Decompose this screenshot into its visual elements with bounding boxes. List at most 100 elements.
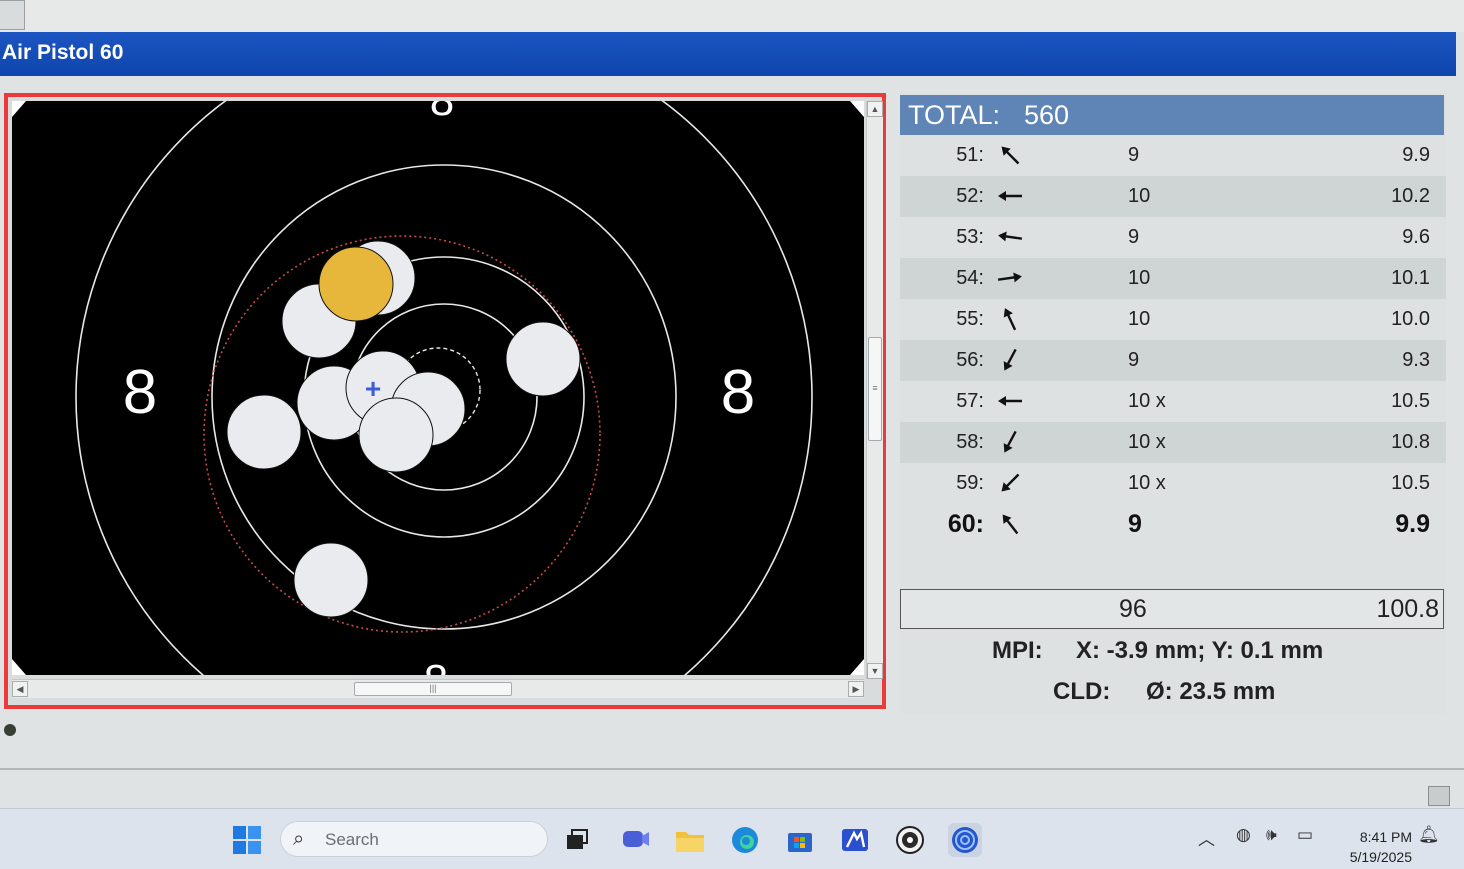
total-value: 560 bbox=[1024, 100, 1070, 130]
shot-decimal: 10.5 bbox=[1391, 472, 1430, 494]
shot-number: 52: bbox=[956, 185, 984, 207]
shot-decimal: 9.3 bbox=[1402, 349, 1430, 371]
shot-row[interactable]: 57: 10 x 10.5 bbox=[900, 381, 1446, 422]
shot-row[interactable]: 55: 10 10.0 bbox=[900, 299, 1446, 340]
shot-decimal: 10.2 bbox=[1391, 185, 1430, 207]
shot-row[interactable]: 54: 10 10.1 bbox=[900, 258, 1446, 299]
status-indicator-icon bbox=[4, 724, 16, 736]
direction-arrow-icon bbox=[1001, 473, 1020, 492]
shot-number: 51: bbox=[956, 144, 984, 166]
shot-number: 56: bbox=[956, 349, 984, 371]
shot-score: 10 bbox=[1128, 267, 1151, 289]
shot-score: 9 bbox=[1128, 349, 1140, 371]
shot-number: 59: bbox=[956, 472, 984, 494]
shot-row[interactable]: 59: 10 x 10.5 bbox=[900, 463, 1446, 504]
horizontal-scrollbar[interactable]: ◀ ||| ▶ bbox=[12, 679, 864, 698]
scroll-left-icon[interactable]: ◀ bbox=[12, 681, 28, 697]
shot-hole[interactable] bbox=[293, 542, 369, 618]
corner-mark bbox=[12, 101, 26, 117]
app-icon[interactable] bbox=[838, 823, 872, 857]
direction-arrow-icon bbox=[998, 231, 1023, 242]
total-label: TOTAL: bbox=[908, 100, 1001, 130]
scroll-right-icon[interactable]: ▶ bbox=[848, 681, 864, 697]
shot-hole[interactable] bbox=[505, 321, 581, 397]
store-icon[interactable] bbox=[783, 823, 817, 857]
search-icon: ⌕ bbox=[293, 828, 305, 850]
ring-number-top: 8 bbox=[430, 101, 454, 125]
corner-mark bbox=[12, 659, 26, 675]
shot-score: 10 x bbox=[1128, 472, 1166, 494]
task-view-icon[interactable] bbox=[560, 823, 594, 857]
shot-score: 9 bbox=[1128, 144, 1140, 166]
network-status-icon[interactable] bbox=[1428, 786, 1450, 806]
windows-start-icon[interactable] bbox=[230, 823, 264, 857]
file-explorer-icon[interactable] bbox=[673, 823, 707, 857]
vertical-scrollbar[interactable]: ▲ ≡ ▼ bbox=[866, 101, 883, 679]
notification-bell-icon[interactable]: 🔔︎ bbox=[1418, 825, 1440, 845]
shot-number: 60: bbox=[947, 510, 984, 538]
clock-date: 5/19/2025 bbox=[1349, 849, 1412, 865]
target-app-icon[interactable] bbox=[948, 823, 982, 857]
show-hidden-icons-icon[interactable]: ︿ bbox=[1198, 825, 1215, 850]
shot-decimal: 10.5 bbox=[1391, 390, 1430, 412]
shot-number: 58: bbox=[956, 431, 984, 453]
target-view-frame: 8 8 8 8 + ▲ ≡ ▼ ◀ ||| ▶ bbox=[4, 93, 886, 709]
shot-number: 55: bbox=[956, 308, 984, 330]
cld-label: CLD: bbox=[1053, 678, 1111, 705]
mpi-value: X: -3.9 mm; Y: 0.1 mm bbox=[1076, 637, 1324, 664]
shot-number: 54: bbox=[956, 267, 984, 289]
direction-arrow-icon bbox=[1003, 348, 1017, 371]
shot-decimal: 10.1 bbox=[1391, 267, 1430, 289]
series-decimal-sum: 100.8 bbox=[1376, 595, 1439, 623]
shot-score: 9 bbox=[1128, 226, 1140, 248]
horizontal-scroll-thumb[interactable]: ||| bbox=[354, 682, 512, 696]
ring-number-left: 8 bbox=[123, 358, 157, 427]
battery-icon[interactable]: ▭ bbox=[1297, 825, 1313, 845]
clock[interactable]: 8:41 PM 5/19/2025 bbox=[1332, 827, 1412, 867]
scroll-down-icon[interactable]: ▼ bbox=[867, 663, 883, 679]
ring-number-bottom: 8 bbox=[424, 656, 448, 675]
shot-number: 53: bbox=[956, 226, 984, 248]
last-shot-highlight[interactable] bbox=[318, 246, 394, 322]
shot-row[interactable]: 51: 9 9.9 bbox=[900, 135, 1446, 176]
shot-decimal: 9.9 bbox=[1395, 510, 1430, 538]
network-icon[interactable]: ◍ bbox=[1236, 825, 1251, 845]
mpi-label: MPI: bbox=[992, 637, 1043, 664]
cld-value: Ø: 23.5 mm bbox=[1146, 678, 1276, 705]
shot-row[interactable]: 58: 10 x 10.8 bbox=[900, 422, 1446, 463]
toolbar-button[interactable] bbox=[0, 0, 25, 30]
taskbar-search[interactable]: ⌕ Search bbox=[280, 821, 548, 857]
score-panel: TOTAL: 560 51: 9 9.9 52: 10 10.2 53: 9 9… bbox=[900, 93, 1446, 713]
direction-arrow-icon bbox=[1003, 430, 1017, 453]
corner-mark bbox=[850, 659, 864, 675]
shot-hole[interactable] bbox=[358, 397, 434, 473]
target-view[interactable]: 8 8 8 8 + bbox=[12, 101, 864, 675]
meet-icon[interactable] bbox=[618, 823, 652, 857]
shot-row[interactable]: 56: 9 9.3 bbox=[900, 340, 1446, 381]
shooting-app-icon[interactable] bbox=[893, 823, 927, 857]
target-graphic: 8 8 8 8 + bbox=[12, 101, 864, 675]
search-placeholder: Search bbox=[325, 830, 379, 849]
shot-score: 10 x bbox=[1128, 431, 1166, 453]
direction-arrow-icon bbox=[1003, 308, 1017, 331]
scroll-up-icon[interactable]: ▲ bbox=[867, 101, 883, 117]
ring-number-right: 8 bbox=[721, 358, 755, 427]
series-summary: 96 100.8 bbox=[900, 589, 1444, 629]
vertical-scroll-thumb[interactable]: ≡ bbox=[868, 337, 882, 441]
edge-icon[interactable] bbox=[728, 823, 762, 857]
shot-row[interactable]: 52: 10 10.2 bbox=[900, 176, 1446, 217]
direction-arrow-icon bbox=[998, 191, 1022, 201]
shot-row-current[interactable]: 60: 9 9.9 bbox=[900, 504, 1446, 545]
shot-row[interactable]: 53: 9 9.6 bbox=[900, 217, 1446, 258]
shot-number: 57: bbox=[956, 390, 984, 412]
direction-arrow-icon bbox=[998, 396, 1022, 406]
shot-decimal: 10.0 bbox=[1391, 308, 1430, 330]
shot-score: 10 bbox=[1128, 185, 1151, 207]
clock-time: 8:41 PM bbox=[1359, 829, 1412, 845]
volume-icon[interactable]: 🕪 bbox=[1266, 825, 1277, 845]
direction-arrow-icon bbox=[1002, 514, 1019, 535]
shot-hole[interactable] bbox=[226, 394, 302, 470]
shot-score: 9 bbox=[1128, 510, 1142, 538]
top-strip bbox=[0, 0, 1464, 32]
shot-decimal: 9.9 bbox=[1402, 144, 1430, 166]
